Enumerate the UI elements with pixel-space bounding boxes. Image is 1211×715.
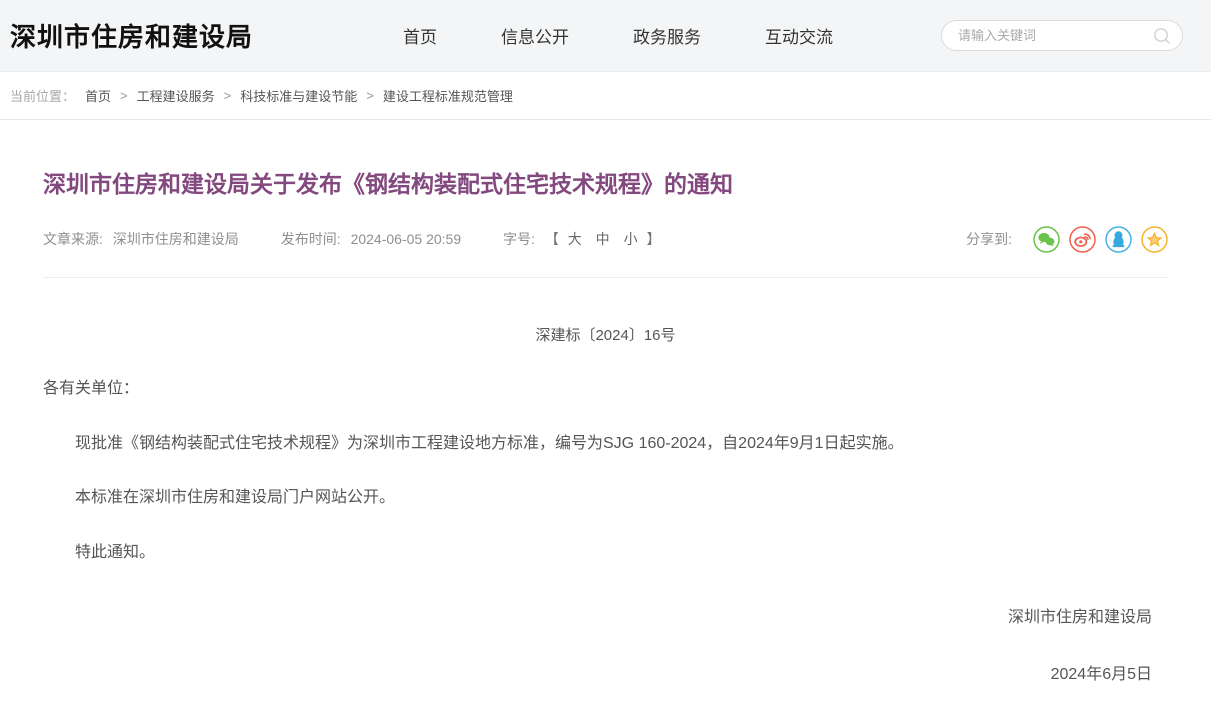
signature-org: 深圳市住房和建设局 [43,603,1152,627]
document-number: 深建标〔2024〕16号 [43,324,1168,345]
qq-share-icon[interactable] [1105,226,1132,253]
source-value: 深圳市住房和建设局 [113,231,239,247]
weibo-share-icon[interactable] [1069,226,1096,253]
article-title: 深圳市住房和建设局关于发布《钢结构装配式住宅技术规程》的通知 [43,170,1168,200]
breadcrumb-separator: > [120,88,128,103]
breadcrumb-item-home[interactable]: 首页 [85,86,111,105]
share-label: 分享到: [966,229,1012,249]
main-nav: 首页 信息公开 政务服务 互动交流 [403,23,833,48]
signature-block: 深圳市住房和建设局 2024年6月5日 [43,603,1168,684]
font-size-bracket-close: 】 [646,231,660,247]
font-size-label: 字号: [503,231,535,247]
breadcrumb-item-tech-standards[interactable]: 科技标准与建设节能 [240,86,357,105]
search-box[interactable] [941,20,1183,51]
breadcrumb-label: 当前位置： [10,86,75,105]
font-size-bracket-open: 【 [545,231,559,247]
breadcrumb-separator: > [224,88,232,103]
site-title: 深圳市住房和建设局 [10,17,253,54]
nav-item-gov-services[interactable]: 政务服务 [633,23,701,48]
publish-time: 发布时间: 2024-06-05 20:59 [281,229,461,249]
search-icon[interactable] [1152,26,1172,46]
publish-time-label: 发布时间: [281,231,341,247]
search-input[interactable] [956,27,1152,44]
font-size-control: 字号: 【 大 中 小 】 [503,229,660,249]
font-size-large-button[interactable]: 大 [568,231,582,247]
nav-item-info-disclosure[interactable]: 信息公开 [501,23,569,48]
nav-item-interaction[interactable]: 互动交流 [765,23,833,48]
qzone-share-icon[interactable] [1141,226,1168,253]
paragraph: 特此通知。 [43,543,1168,564]
article-meta-row: 文章来源: 深圳市住房和建设局 发布时间: 2024-06-05 20:59 字… [43,226,1168,253]
article-content: 深圳市住房和建设局关于发布《钢结构装配式住宅技术规程》的通知 文章来源: 深圳市… [0,170,1211,684]
share-group: 分享到: [966,226,1168,253]
paragraph: 本标准在深圳市住房和建设局门户网站公开。 [43,488,1168,509]
breadcrumb-item-standard-management[interactable]: 建设工程标准规范管理 [383,86,513,105]
signature-date: 2024年6月5日 [43,660,1152,684]
source-label: 文章来源: [43,231,103,247]
wechat-share-icon[interactable] [1033,226,1060,253]
breadcrumb: 当前位置： 首页 > 工程建设服务 > 科技标准与建设节能 > 建设工程标准规范… [0,72,1211,120]
font-size-medium-button[interactable]: 中 [596,231,610,247]
paragraph: 现批准《钢结构装配式住宅技术规程》为深圳市工程建设地方标准，编号为SJG 160… [43,434,1168,455]
nav-item-home[interactable]: 首页 [403,23,437,48]
site-header: 深圳市住房和建设局 首页 信息公开 政务服务 互动交流 [0,0,1211,72]
breadcrumb-separator: > [366,88,374,103]
font-size-small-button[interactable]: 小 [624,231,638,247]
breadcrumb-item-engineering-services[interactable]: 工程建设服务 [137,86,215,105]
salutation: 各有关单位： [43,379,1168,400]
article-body: 各有关单位： 现批准《钢结构装配式住宅技术规程》为深圳市工程建设地方标准，编号为… [43,379,1168,564]
publish-time-value: 2024-06-05 20:59 [351,231,462,247]
article-source: 文章来源: 深圳市住房和建设局 [43,229,239,249]
meta-divider [43,277,1168,278]
